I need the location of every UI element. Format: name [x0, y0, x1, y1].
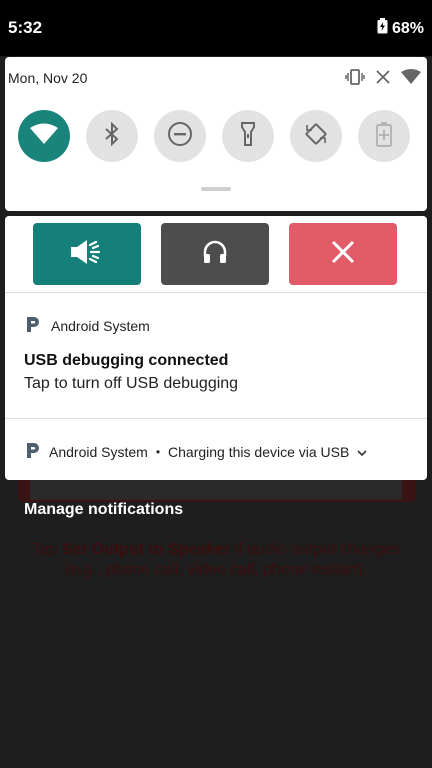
wifi-signal-icon [401, 69, 421, 90]
speaker-icon [69, 238, 105, 271]
charging-notification-row[interactable]: Android System • Charging this device vi… [25, 441, 367, 462]
battery-percent: 68% [391, 19, 424, 37]
speaker-button[interactable] [33, 223, 141, 285]
android-system-icon [25, 441, 41, 462]
status-right: 68% [377, 18, 424, 39]
close-icon [331, 240, 355, 269]
summary-separator: • [155, 444, 161, 459]
battery-icon [377, 18, 388, 39]
flashlight-icon [239, 121, 257, 152]
divider [5, 418, 427, 419]
headphones-button[interactable] [161, 223, 269, 285]
qs-date[interactable]: Mon, Nov 20 [8, 70, 87, 86]
wifi-icon [30, 123, 58, 150]
notification-title[interactable]: USB debugging connected [24, 352, 228, 370]
manage-notifications-button[interactable]: Manage notifications [24, 501, 183, 519]
notification-header: Android System [25, 315, 150, 336]
instruction-bold: Set Output to Speaker [62, 541, 231, 558]
bluetooth-icon [104, 121, 120, 151]
summary-text: Charging this device via USB [168, 443, 350, 460]
notification-card: Android System USB debugging connected T… [5, 216, 427, 480]
android-system-icon [25, 315, 41, 336]
bluetooth-tile[interactable] [86, 110, 138, 162]
instruction-prefix: Tap [31, 541, 63, 558]
do-not-disturb-indicator-icon [375, 69, 391, 90]
expand-handle[interactable] [201, 187, 231, 191]
qs-status-icons [345, 69, 421, 90]
summary-app-name: Android System [49, 443, 148, 460]
quick-tiles [18, 110, 410, 162]
flashlight-tile[interactable] [222, 110, 274, 162]
close-button[interactable] [289, 223, 397, 285]
chevron-down-icon[interactable] [357, 444, 367, 460]
quick-settings-panel: Mon, Nov 20 [5, 57, 427, 211]
media-action-buttons [33, 223, 397, 285]
battery-saver-tile[interactable] [358, 110, 410, 162]
do-not-disturb-icon [167, 121, 193, 152]
status-bar: 5:32 68% [0, 0, 432, 56]
wifi-tile[interactable] [18, 110, 70, 162]
auto-rotate-tile[interactable] [290, 110, 342, 162]
divider [5, 292, 427, 293]
status-time: 5:32 [8, 18, 43, 37]
notification-body[interactable]: Tap to turn off USB debugging [24, 375, 238, 393]
background-instruction: Tap Set Output to Speaker if audio outpu… [20, 540, 412, 580]
do-not-disturb-tile[interactable] [154, 110, 206, 162]
auto-rotate-icon [303, 121, 329, 152]
notification-app-name: Android System [51, 317, 150, 334]
vibrate-icon [345, 69, 365, 90]
headphones-icon [202, 240, 228, 269]
battery-saver-icon [376, 121, 392, 152]
